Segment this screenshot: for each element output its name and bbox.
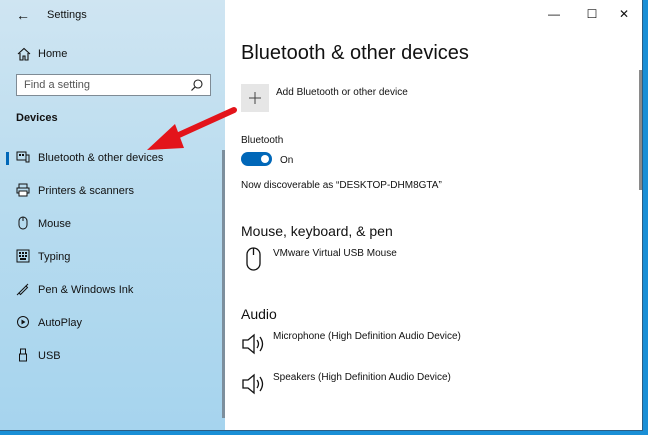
add-device-button[interactable]	[241, 84, 269, 112]
search-input[interactable]	[17, 75, 201, 95]
sidebar-item-label: AutoPlay	[38, 317, 83, 329]
back-arrow-icon[interactable]: ←	[16, 7, 30, 23]
plus-icon	[249, 92, 261, 104]
sidebar-item-typing[interactable]: Typing	[0, 242, 222, 272]
autoplay-icon	[17, 316, 29, 328]
device-name[interactable]: Speakers (High Definition Audio Device)	[273, 372, 451, 383]
main-scrollbar[interactable]	[639, 70, 642, 190]
sidebar-item-bluetooth[interactable]: Bluetooth & other devices	[0, 143, 222, 173]
printer-icon	[16, 183, 30, 197]
section-title: Devices	[16, 112, 58, 124]
sidebar-item-usb[interactable]: USB	[0, 341, 222, 371]
section-heading-mouse-keyboard-pen: Mouse, keyboard, & pen	[241, 223, 393, 239]
toggle-knob	[261, 155, 269, 163]
usb-icon	[19, 348, 27, 362]
sidebar-item-label: Mouse	[38, 218, 72, 230]
mouse-icon	[18, 216, 28, 230]
bluetooth-devices-icon	[16, 151, 30, 163]
settings-window: ← Settings Home Devices Bluetooth	[0, 0, 643, 431]
sidebar: ← Settings Home Devices Bluetooth	[0, 0, 225, 430]
bluetooth-toggle[interactable]	[241, 152, 272, 166]
search-icon[interactable]	[190, 78, 204, 92]
home-nav-item[interactable]: Home	[0, 40, 225, 68]
mouse-icon	[246, 247, 261, 271]
speaker-icon	[242, 373, 264, 395]
sidebar-item-label: Pen & Windows Ink	[38, 284, 134, 296]
main-content: — ☐ ✕ Bluetooth & other devices Add Blue…	[225, 0, 642, 430]
keyboard-icon	[16, 249, 30, 263]
maximize-button[interactable]: ☐	[584, 6, 600, 22]
window-controls: — ☐ ✕	[522, 0, 642, 30]
sidebar-item-label: Typing	[38, 251, 71, 263]
app-title: Settings	[47, 9, 87, 21]
speaker-icon	[242, 333, 264, 355]
bluetooth-label: Bluetooth	[241, 135, 284, 146]
home-label: Home	[38, 48, 68, 60]
toggle-state-label: On	[280, 155, 294, 166]
page-title: Bluetooth & other devices	[241, 42, 469, 64]
device-name[interactable]: VMware Virtual USB Mouse	[273, 248, 397, 259]
minimize-button[interactable]: —	[546, 6, 562, 22]
pen-icon	[16, 283, 29, 296]
selected-indicator	[6, 152, 9, 165]
sidebar-item-printers[interactable]: Printers & scanners	[0, 176, 222, 206]
sidebar-item-label: Printers & scanners	[38, 185, 134, 197]
search-box[interactable]	[16, 74, 211, 96]
sidebar-item-mouse[interactable]: Mouse	[0, 209, 222, 239]
home-icon	[17, 47, 31, 61]
sidebar-item-label: Bluetooth & other devices	[38, 152, 164, 164]
close-button[interactable]: ✕	[616, 6, 632, 22]
title-bar: ← Settings	[0, 0, 225, 32]
discoverable-text: Now discoverable as “DESKTOP-DHM8GTA”	[241, 180, 442, 191]
sidebar-item-autoplay[interactable]: AutoPlay	[0, 308, 222, 338]
section-heading-audio: Audio	[241, 306, 277, 322]
add-device-label[interactable]: Add Bluetooth or other device	[276, 87, 408, 98]
sidebar-item-label: USB	[38, 350, 61, 362]
device-name[interactable]: Microphone (High Definition Audio Device…	[273, 331, 461, 342]
sidebar-item-pen[interactable]: Pen & Windows Ink	[0, 275, 222, 305]
